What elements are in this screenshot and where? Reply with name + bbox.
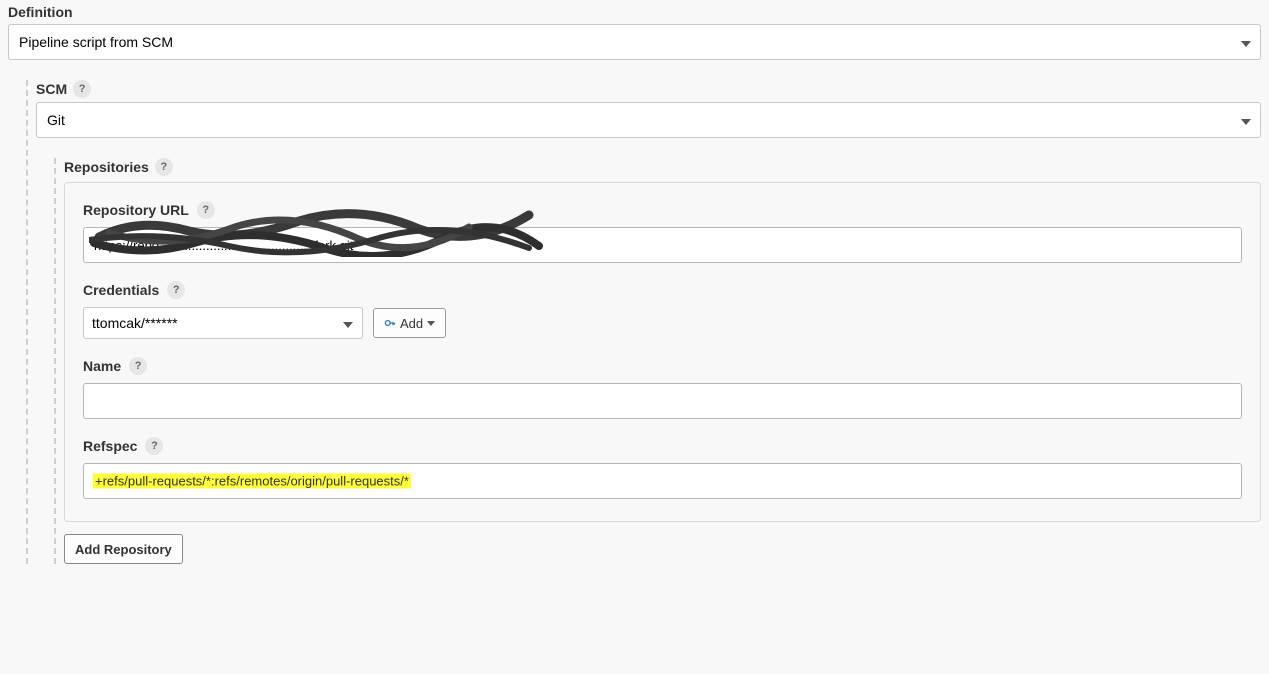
repo-url-label: Repository URL <box>83 202 189 218</box>
name-input[interactable] <box>83 383 1242 419</box>
scm-label: SCM <box>36 81 67 97</box>
repo-url-input[interactable] <box>83 227 1242 263</box>
credentials-label: Credentials <box>83 282 159 298</box>
help-icon[interactable]: ? <box>197 201 215 219</box>
scm-select[interactable]: Git <box>36 102 1261 138</box>
key-icon <box>384 317 396 329</box>
repositories-label: Repositories <box>64 159 149 175</box>
refspec-input[interactable] <box>83 463 1242 499</box>
name-label: Name <box>83 358 121 374</box>
add-repository-label: Add Repository <box>75 542 172 557</box>
help-icon[interactable]: ? <box>129 357 147 375</box>
definition-label-text: Definition <box>8 4 73 20</box>
help-icon[interactable]: ? <box>73 80 91 98</box>
caret-down-icon <box>427 321 435 326</box>
definition-select[interactable]: Pipeline script from SCM <box>8 24 1261 60</box>
add-credentials-button[interactable]: Add <box>373 308 446 338</box>
refspec-label: Refspec <box>83 438 137 454</box>
help-icon[interactable]: ? <box>145 437 163 455</box>
add-button-label: Add <box>400 316 423 331</box>
repository-block: Repository URL ? <box>64 182 1261 522</box>
credentials-select[interactable]: ttomcak/****** <box>83 307 363 339</box>
definition-label: Definition <box>8 0 1261 24</box>
help-icon[interactable]: ? <box>167 281 185 299</box>
help-icon[interactable]: ? <box>155 158 173 176</box>
add-repository-button[interactable]: Add Repository <box>64 534 183 564</box>
